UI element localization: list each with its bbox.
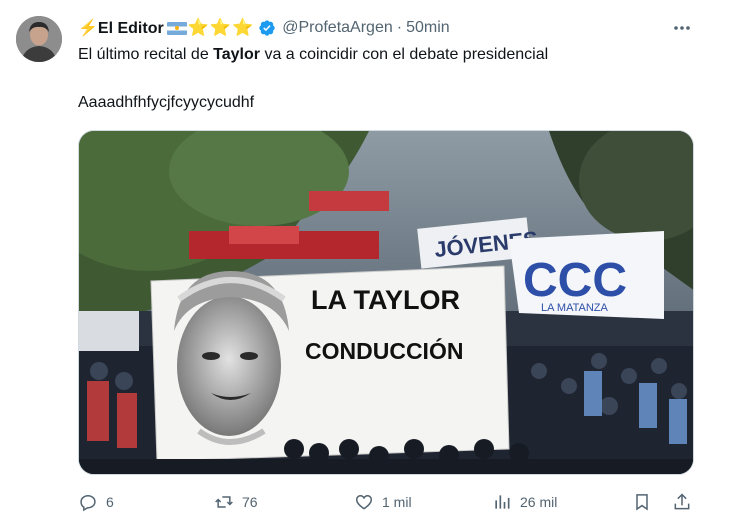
tweet-header: ⚡El Editor ⭐⭐⭐ @ProfetaArgen · 50min [78,17,450,39]
like-count: 1 mil [382,494,412,510]
avatar[interactable] [16,16,62,62]
tweet-text-after: va a coincidir con el debate presidencia… [260,46,549,63]
repost-count: 76 [242,494,258,510]
repost-icon [215,496,233,508]
header-separator: · [396,19,403,36]
argentina-flag-icon [166,21,187,35]
like-button[interactable]: 1 mil [354,488,412,516]
repost-button[interactable]: 76 [214,488,258,516]
tweet-text-bold: Taylor [213,46,260,63]
verified-badge-icon[interactable] [258,19,276,37]
protest-photo: JÓVENES CCC LA MATANZA LA TAYLOR CONDUCC… [79,131,693,474]
reply-count: 6 [106,494,114,510]
tweet-actions: 6 76 1 mil 26 mil [78,488,698,516]
tweet-text-line-1: El último recital de Taylor va a coincid… [78,44,548,66]
share-icon [674,493,690,510]
tweet-text-before: El último recital de [78,46,214,63]
tweet-timestamp[interactable]: 50min [406,19,450,37]
more-options-icon[interactable] [670,16,694,40]
views-icon [495,495,510,509]
bookmark-icon [636,494,648,511]
author-name[interactable]: ⚡El Editor [78,18,164,38]
reply-icon [80,494,96,512]
tweet-text-line-2: Aaaadhfhfycjfcyycycudhf [78,94,255,111]
banner-line-2: CONDUCCIÓN [305,337,463,364]
views-button[interactable]: 26 mil [492,488,557,516]
like-icon [355,494,373,510]
author-stars: ⭐⭐⭐ [187,18,255,37]
views-count: 26 mil [520,494,558,510]
bookmark-button[interactable] [632,488,660,516]
banner-line-1: LA TAYLOR [311,285,460,315]
tweet[interactable]: ⚡El Editor ⭐⭐⭐ @ProfetaArgen · 50min El … [0,0,736,525]
share-button[interactable] [672,488,700,516]
author-handle[interactable]: @ProfetaArgen [282,19,393,37]
ccc-flag-letters: CCC [523,254,627,307]
tweet-media-image[interactable]: JÓVENES CCC LA MATANZA LA TAYLOR CONDUCC… [78,130,694,475]
reply-button[interactable]: 6 [78,488,114,516]
ccc-flag-subtext: LA MATANZA [541,302,608,314]
